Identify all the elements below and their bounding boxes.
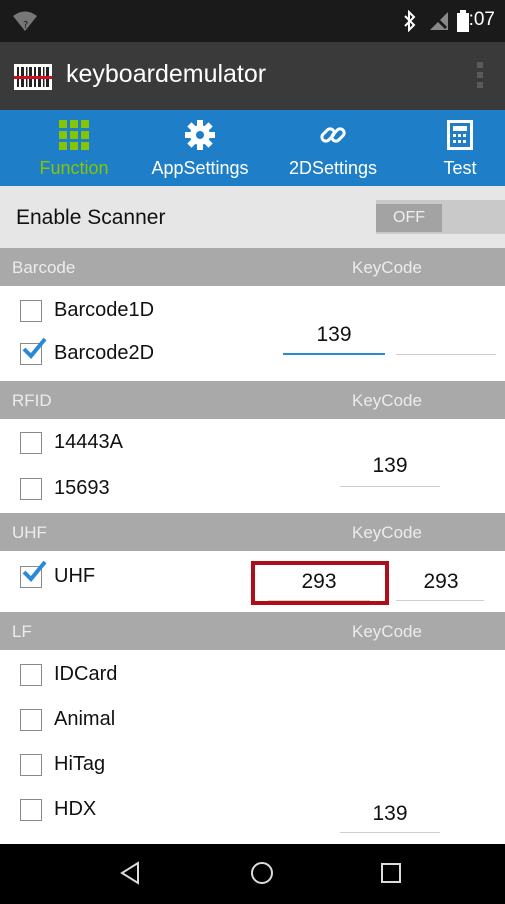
section-title: UHF [12, 523, 47, 542]
keycode-header: KeyCode [352, 391, 422, 410]
calculator-icon [447, 120, 473, 155]
checkbox-label: Barcode2D [54, 342, 155, 364]
checkbox-label: Animal [54, 708, 116, 730]
section-title: Barcode [12, 258, 76, 277]
tab-appsettings[interactable]: AppSettings [138, 110, 262, 186]
keycode-value: 139 [372, 454, 408, 477]
checkbox-label: 14443A [54, 431, 123, 453]
status-bar: ? 1:07 [0, 0, 505, 42]
checkbox-box [20, 478, 42, 500]
checkmark-icon [21, 336, 47, 366]
checkbox-box [20, 799, 42, 821]
action-bar: keyboardemulator [0, 42, 505, 110]
tab-2dsettings[interactable]: 2DSettings [274, 110, 392, 186]
back-icon[interactable] [118, 860, 142, 891]
input-underline [340, 486, 440, 487]
link-icon [318, 120, 348, 155]
wifi-icon: ? [12, 10, 38, 37]
uhf-section-header: UHF KeyCode [0, 513, 505, 551]
keycode-header: KeyCode [352, 622, 422, 641]
lf-keycode-input[interactable]: 139 [340, 802, 440, 832]
section-title: RFID [12, 391, 52, 410]
checkbox-box [20, 300, 42, 322]
rfid-section-header: RFID KeyCode [0, 381, 505, 419]
checkbox-box [20, 664, 42, 686]
barcode-section-header: Barcode KeyCode [0, 248, 505, 286]
highlight-annotation-box [251, 561, 389, 605]
checkbox-box [20, 709, 42, 731]
checkbox-label: HiTag [54, 753, 106, 775]
overflow-menu-icon[interactable] [477, 62, 483, 92]
rfid-keycode-input[interactable]: 139 [340, 454, 440, 486]
grid-icon [59, 120, 89, 155]
bluetooth-icon [402, 9, 418, 37]
enable-scanner-label: Enable Scanner [16, 206, 166, 229]
gear-icon [185, 120, 215, 155]
keycode-value: 293 [423, 570, 459, 593]
tab-label: 2DSettings [288, 158, 378, 178]
checkbox-label: IDCard [54, 663, 118, 685]
input-underline [396, 354, 496, 355]
navigation-bar [0, 844, 505, 904]
keycode-value: 139 [372, 802, 408, 825]
input-underline [340, 832, 440, 833]
tab-label: AppSettings [151, 158, 249, 178]
section-title: LF [12, 622, 32, 641]
app-title: keyboardemulator [66, 60, 267, 88]
checkbox-label: Barcode1D [54, 299, 155, 321]
checkmark-icon [21, 559, 47, 589]
checkbox-label: UHF [54, 565, 96, 587]
barcode-keycode-input-2[interactable] [396, 323, 496, 355]
tab-function[interactable]: Function [22, 110, 126, 186]
keycode-header: KeyCode [352, 258, 422, 277]
lf-section-header: LF KeyCode [0, 612, 505, 650]
svg-text:?: ? [23, 20, 28, 31]
checkbox-label: HDX [54, 798, 97, 820]
keycode-header: KeyCode [352, 523, 422, 542]
checkbox-label: 15693 [54, 477, 110, 499]
no-signal-icon [428, 10, 450, 37]
barcode-keycode-input[interactable]: 139 [283, 323, 385, 355]
home-icon[interactable] [249, 860, 275, 891]
tab-label: Test [443, 158, 477, 178]
input-underline [283, 353, 385, 355]
uhf-keycode-input-2[interactable]: 293 [396, 570, 486, 602]
tab-label: Function [39, 158, 109, 178]
recents-icon[interactable] [380, 862, 402, 889]
barcode-logo-icon [14, 64, 52, 95]
tab-test[interactable]: Test [420, 110, 500, 186]
input-underline [396, 600, 484, 601]
tab-bar: Function AppSettings 2DSettings Test [0, 110, 505, 186]
checkbox-box [20, 432, 42, 454]
status-time: 1:07 [458, 9, 495, 30]
toggle-state-label: OFF [376, 204, 442, 232]
checkbox-box [20, 754, 42, 776]
keycode-value: 139 [316, 323, 352, 346]
